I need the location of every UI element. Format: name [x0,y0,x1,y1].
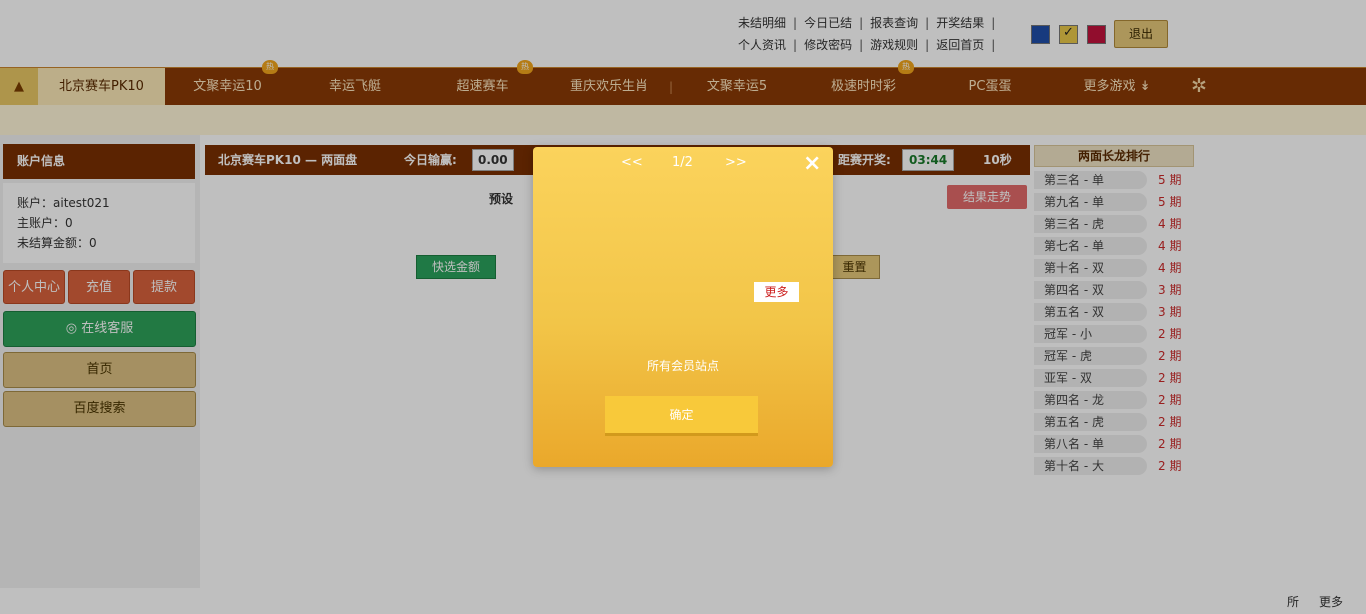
modal-body-text: 所有会员站点 [646,359,719,373]
close-icon[interactable]: × [803,151,821,176]
modal-more-button[interactable]: 更多 [754,282,799,302]
modal-prev-button[interactable]: << [621,155,643,170]
modal-next-button[interactable]: >> [725,155,747,170]
modal-confirm-button[interactable]: 确定 [605,396,758,436]
announcement-modal: << 1/2 >> × 更多 所有会员站点 确定 [533,147,833,467]
modal-page-indicator: 1/2 [672,155,693,170]
